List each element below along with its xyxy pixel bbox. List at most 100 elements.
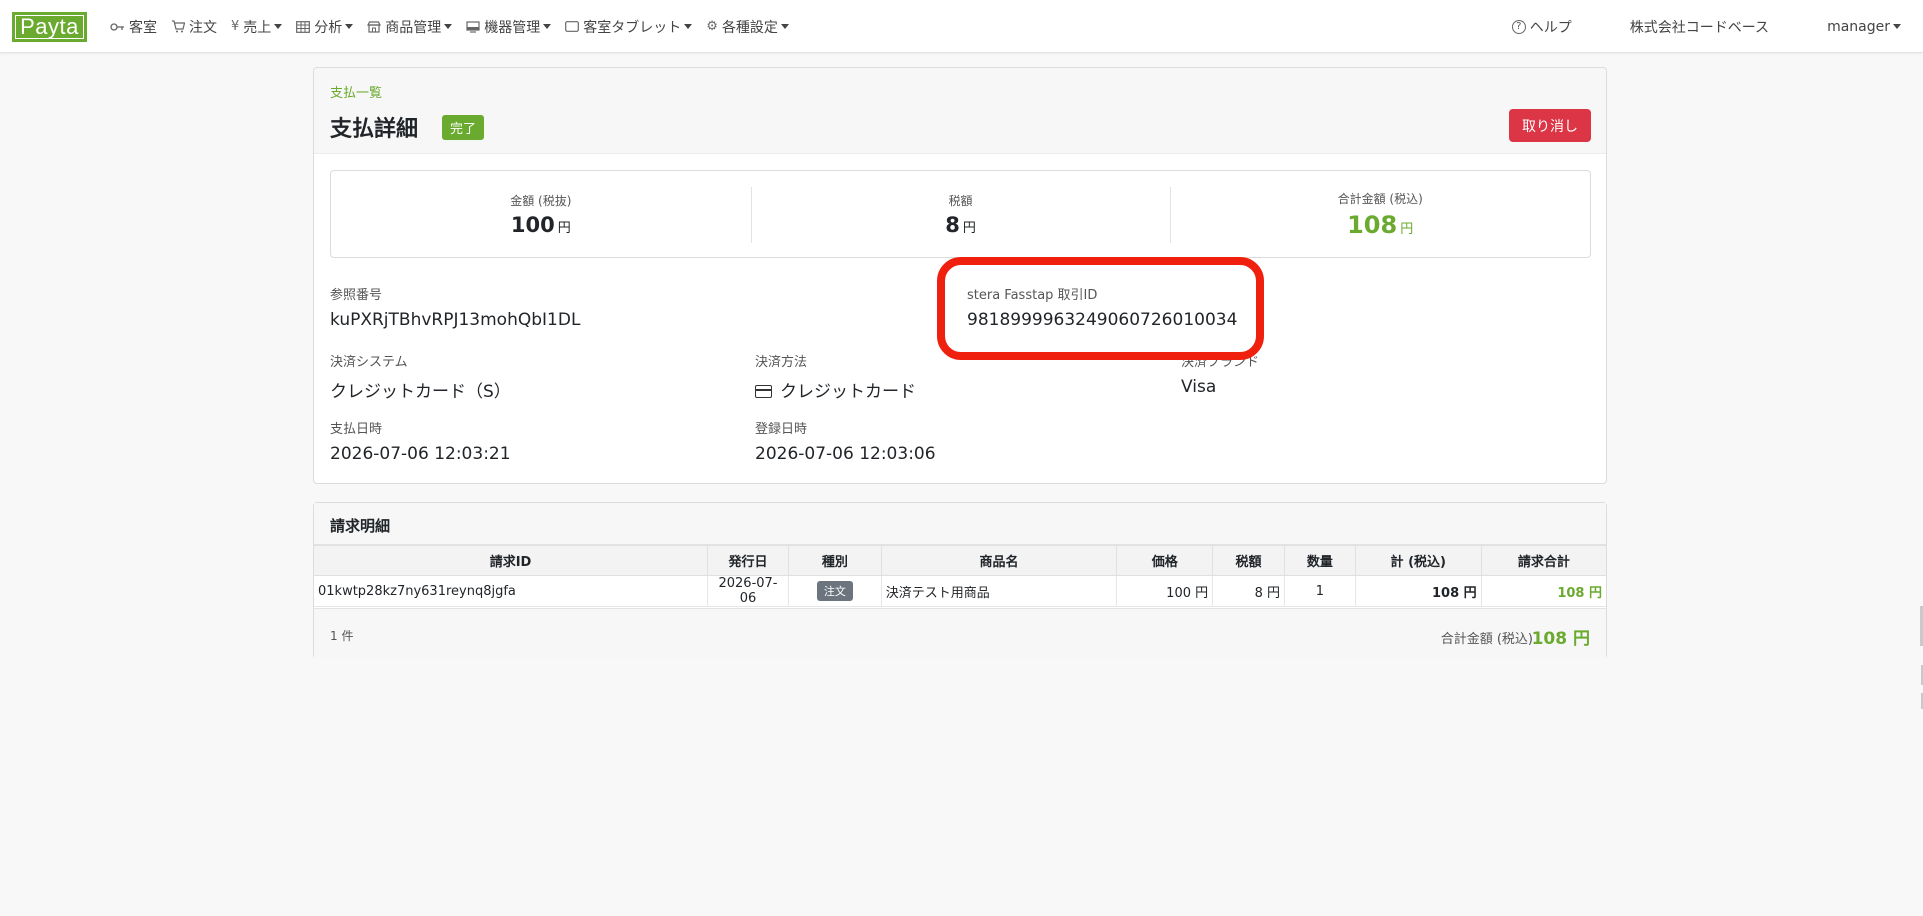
nav-label: 注文 (189, 19, 217, 36)
device-icon (466, 20, 480, 33)
nav-label: 客室 (129, 19, 157, 36)
help-label: ヘルプ (1529, 19, 1572, 36)
payment-system-value: クレジットカード（S） (330, 382, 511, 402)
invoice-header: 請求明細 (314, 503, 1606, 545)
tablet-icon (565, 21, 580, 32)
nav-item-analytics[interactable]: 分析 (296, 17, 354, 37)
registered-at-label: 登録日時 (755, 422, 808, 437)
nav-item-sales[interactable]: ¥ 売上 (231, 17, 283, 37)
credit-card-icon (755, 385, 772, 398)
user-label: manager (1827, 18, 1890, 35)
table-row[interactable]: 01kwtp28kz7ny631reynq8jgfa 2026-07-06 注文… (314, 575, 1606, 607)
tax-label: 税額 (948, 193, 973, 208)
payment-method-value: クレジットカード (755, 377, 916, 402)
status-badge: 完了 (442, 115, 485, 140)
key-icon (110, 22, 125, 32)
tax-block: 税額 8円 (750, 171, 1171, 257)
nav-label: 商品管理 (385, 19, 442, 36)
cart-icon (171, 20, 185, 33)
type-cell: 注文 (787, 575, 882, 607)
column-header: 発行日 (707, 545, 789, 576)
nav-item-tablets[interactable]: 客室タブレット (565, 17, 693, 37)
paid-at-value: 2026-07-06 12:03:21 (330, 444, 511, 464)
invoice-footer: 1 件 合計金額 (税込) 108 円 (314, 608, 1606, 659)
caret-down-icon (543, 24, 552, 29)
main-nav: 客室 注文 ¥ 売上 分析 商品管理 機器管理 客室タブレット ⚙ 各種設定 (110, 0, 803, 53)
user-menu[interactable]: manager (1827, 19, 1901, 35)
caret-down-icon (1893, 24, 1901, 29)
nav-label: 客室タブレット (583, 19, 682, 36)
column-header: 数量 (1284, 545, 1356, 576)
caret-down-icon (345, 24, 354, 29)
column-header: 税額 (1212, 545, 1285, 576)
table-header-row: 請求ID 発行日 種別 商品名 価格 税額 数量 計 (税込) 請求合計 (314, 545, 1606, 576)
invoice-id[interactable]: 01kwtp28kz7ny631reynq8jgfa (314, 575, 709, 607)
nav-label: 売上 (243, 19, 272, 36)
tax: 8 円 (1212, 575, 1285, 607)
issue-date: 2026-07-06 (707, 575, 789, 607)
company-label: 株式会社コードベース (1629, 19, 1770, 36)
help-icon: ? (1511, 19, 1526, 34)
yen-icon: ¥ (231, 19, 240, 34)
help-link[interactable]: ? ヘルプ (1511, 17, 1572, 37)
card-header: 支払一覧 支払詳細 完了 取り消し (314, 68, 1606, 154)
column-header: 商品名 (880, 545, 1118, 576)
gear-icon: ⚙ (706, 19, 718, 34)
column-header: 計 (税込) (1354, 545, 1482, 576)
record-count: 1 件 (330, 629, 354, 643)
row-total: 108 円 (1480, 575, 1606, 607)
total-block: 合計金額 (税込) 108 円 (1170, 171, 1590, 257)
row-subtotal: 108 円 (1354, 575, 1482, 607)
column-header: 種別 (787, 545, 882, 576)
nav-item-orders[interactable]: 注文 (171, 17, 217, 37)
payment-brand-value: Visa (1181, 377, 1217, 397)
invoice-total-label: 合計金額 (税込) (1440, 632, 1533, 647)
invoice-total-value: 108 円 (1531, 629, 1590, 649)
column-header: 価格 (1116, 545, 1214, 576)
reference-label: 参照番号 (330, 288, 383, 303)
nav-item-products[interactable]: 商品管理 (367, 17, 453, 37)
subtotal-value: 100 円 (510, 212, 571, 237)
top-navbar: Payta 客室 注文 ¥ 売上 分析 商品管理 機器管理 客室タブレット ⚙ … (0, 0, 1923, 53)
highlight-annotation (937, 257, 1264, 360)
caret-down-icon (780, 24, 789, 29)
page-title: 支払詳細 (330, 117, 419, 142)
company-name[interactable]: 株式会社コードベース (1630, 17, 1769, 37)
nav-item-rooms[interactable]: 客室 (110, 17, 157, 37)
subtotal-label: 金額 (税抜) (510, 193, 572, 208)
caret-down-icon (444, 24, 453, 29)
reference-value: kuPXRjTBhvRPJ13mohQbI1DL (330, 310, 581, 330)
nav-label: 機器管理 (484, 19, 541, 36)
caret-down-icon (274, 24, 283, 29)
column-header: 請求ID (314, 545, 709, 576)
invoice-card: 請求明細 請求ID 発行日 種別 商品名 価格 税額 数量 計 (税込) 請求合… (313, 502, 1607, 659)
registered-at-value: 2026-07-06 12:03:06 (755, 444, 936, 464)
nav-right: ? ヘルプ 株式会社コードベース manager (1511, 0, 1901, 53)
nav-item-settings[interactable]: ⚙ 各種設定 (706, 17, 789, 37)
nav-label: 分析 (314, 19, 343, 36)
total-label: 合計金額 (税込) (1337, 191, 1423, 206)
type-badge: 注文 (816, 581, 853, 601)
payment-method-label: 決済方法 (755, 355, 808, 370)
amount-summary: 金額 (税抜) 100 円 税額 8円 合計金額 (税込) 108 円 (330, 170, 1591, 258)
quantity: 1 (1284, 575, 1356, 607)
column-header: 請求合計 (1480, 545, 1606, 576)
cancel-payment-button[interactable]: 取り消し (1509, 109, 1591, 142)
subtotal-block: 金額 (税抜) 100 円 (331, 171, 751, 257)
nav-label: 各種設定 (721, 19, 778, 36)
tax-value: 8円 (945, 212, 976, 237)
total-value: 108 円 (1347, 210, 1414, 239)
product-name: 決済テスト用商品 (880, 575, 1118, 607)
payta-logo[interactable]: Payta (12, 12, 87, 42)
nav-item-devices[interactable]: 機器管理 (466, 17, 552, 37)
price: 100 円 (1116, 575, 1214, 607)
invoice-table: 請求ID 発行日 種別 商品名 価格 税額 数量 計 (税込) 請求合計 01k… (314, 545, 1606, 607)
paid-at-label: 支払日時 (330, 422, 383, 437)
table-icon (296, 20, 311, 33)
invoice-title: 請求明細 (330, 517, 391, 535)
logo-text: Payta (15, 14, 84, 39)
payment-system-label: 決済システム (330, 355, 408, 370)
breadcrumb-payment-list[interactable]: 支払一覧 (330, 82, 382, 101)
store-icon (367, 20, 382, 33)
caret-down-icon (684, 24, 693, 29)
